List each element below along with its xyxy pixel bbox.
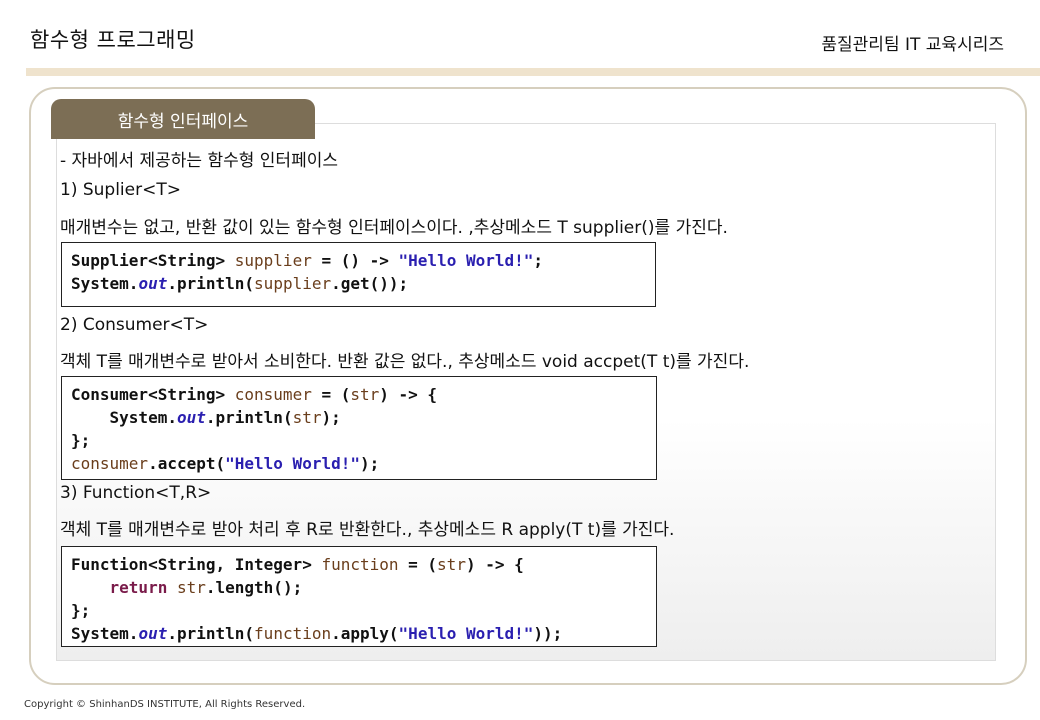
code-token: function bbox=[321, 555, 399, 574]
code-block-function: Function<String, Integer> function = (st… bbox=[61, 546, 657, 647]
copyright-notice: Copyright © ShinhanDS INSTITUTE, All Rig… bbox=[24, 699, 306, 710]
code-line: Consumer<String> consumer = (str) -> { bbox=[71, 383, 647, 406]
code-line: System.out.println(function.apply("Hello… bbox=[71, 622, 647, 645]
item-heading-function: 3) Function<T,R> bbox=[60, 483, 212, 503]
code-token: "Hello World!" bbox=[398, 624, 534, 643]
code-token: consumer bbox=[234, 385, 312, 404]
code-line: return str.length(); bbox=[71, 576, 647, 599]
code-line: System.out.println(supplier.get()); bbox=[71, 272, 646, 295]
code-token: out bbox=[138, 624, 168, 643]
code-token: function bbox=[254, 624, 332, 643]
code-token: = () -> bbox=[311, 251, 399, 270]
intro-text: - 자바에서 제공하는 함수형 인터페이스 bbox=[60, 151, 338, 171]
code-token: str bbox=[350, 385, 380, 404]
header-divider bbox=[26, 68, 1040, 76]
code-token: System. bbox=[71, 624, 139, 643]
code-token: ); bbox=[321, 408, 341, 427]
code-block-consumer: Consumer<String> consumer = (str) -> { S… bbox=[61, 376, 657, 480]
code-token: .length(); bbox=[205, 578, 303, 597]
item-description-function: 객체 T를 매개변수로 받아 처리 후 R로 반환한다., 추상메소드 R ap… bbox=[60, 520, 675, 540]
code-line: }; bbox=[71, 599, 647, 622]
code-token: = ( bbox=[398, 555, 438, 574]
item-heading-consumer: 2) Consumer<T> bbox=[60, 315, 209, 335]
code-token: = ( bbox=[311, 385, 351, 404]
code-token: Consumer<String> bbox=[71, 385, 235, 404]
code-token: .println( bbox=[167, 624, 255, 643]
item-description-consumer: 객체 T를 매개변수로 받아서 소비한다. 반환 값은 없다., 추상메소드 v… bbox=[60, 352, 750, 372]
code-token: ; bbox=[533, 251, 544, 270]
section-tab-label: 함수형 인터페이스 bbox=[117, 111, 249, 132]
code-token: }; bbox=[71, 431, 91, 450]
code-token: "Hello World!" bbox=[398, 251, 534, 270]
code-token: "Hello World!" bbox=[225, 454, 360, 473]
code-token: consumer bbox=[71, 454, 149, 473]
code-token: System. bbox=[71, 274, 139, 293]
code-line: System.out.println(str); bbox=[71, 406, 647, 429]
code-token: ); bbox=[359, 454, 380, 473]
code-token: ) -> { bbox=[379, 385, 438, 404]
code-line: Function<String, Integer> function = (st… bbox=[71, 553, 647, 576]
code-token: return bbox=[109, 578, 168, 597]
item-description-supplier: 매개변수는 없고, 반환 값이 있는 함수형 인터페이스이다. ,추상메소드 T… bbox=[60, 218, 728, 238]
code-token: supplier bbox=[254, 274, 332, 293]
item-heading-supplier: 1) Suplier<T> bbox=[60, 180, 181, 200]
section-tab: 함수형 인터페이스 bbox=[51, 99, 315, 139]
code-token: .get()); bbox=[331, 274, 409, 293]
code-token: .println( bbox=[167, 274, 255, 293]
code-line: consumer.accept("Hello World!"); bbox=[71, 452, 647, 475]
code-token: str bbox=[437, 555, 466, 574]
code-token: out bbox=[138, 274, 168, 293]
code-token: .accept( bbox=[148, 454, 226, 473]
code-token: Function<String, Integer> bbox=[71, 555, 322, 574]
code-token: }; bbox=[71, 601, 91, 620]
code-token: .println( bbox=[205, 408, 293, 427]
code-block-supplier: Supplier<String> supplier = () -> "Hello… bbox=[61, 242, 656, 307]
code-token: out bbox=[176, 408, 206, 427]
code-token: Supplier<String> bbox=[71, 251, 235, 270]
code-token: )); bbox=[533, 624, 563, 643]
slide-title: 함수형 프로그래밍 bbox=[30, 28, 196, 52]
code-token: .apply( bbox=[331, 624, 399, 643]
code-token: supplier bbox=[234, 251, 312, 270]
code-token: ) -> { bbox=[465, 555, 524, 574]
code-token: str bbox=[176, 578, 206, 597]
code-line: Supplier<String> supplier = () -> "Hello… bbox=[71, 249, 646, 272]
code-token: System. bbox=[71, 408, 177, 427]
code-token: str bbox=[292, 408, 322, 427]
code-line: }; bbox=[71, 429, 647, 452]
series-label: 품질관리팀 IT 교육시리즈 bbox=[821, 35, 1004, 55]
